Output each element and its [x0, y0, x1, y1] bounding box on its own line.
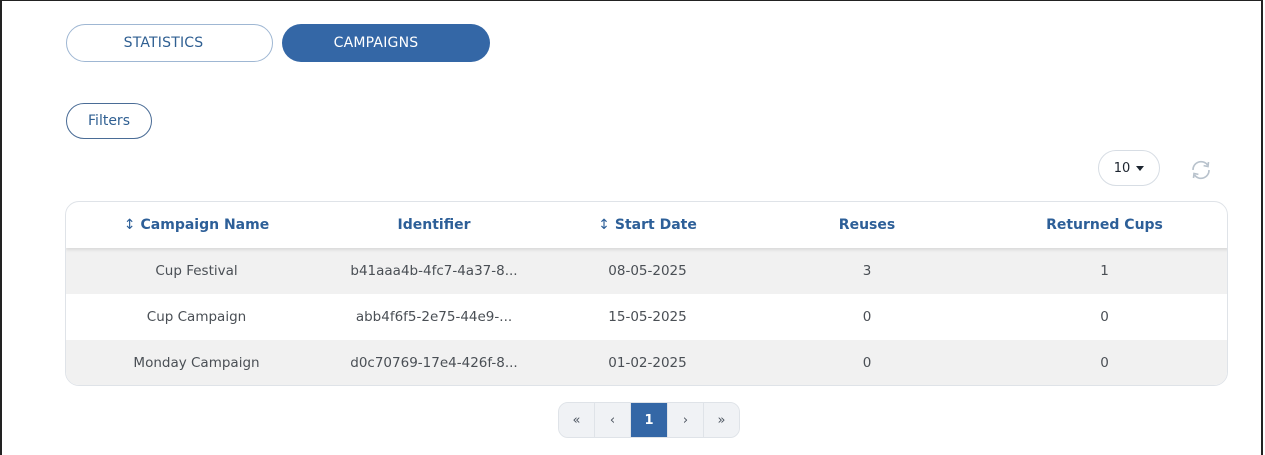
cell-campaign-name: Cup Festival: [66, 248, 327, 294]
filters-label: Filters: [88, 113, 130, 129]
cell-reuses: 0: [754, 294, 980, 340]
sort-icon: ↕: [123, 217, 136, 233]
column-header-label: Identifier: [397, 217, 471, 233]
page-size-select[interactable]: 10: [1098, 150, 1160, 186]
column-header-reuses: Reuses: [754, 202, 980, 248]
cell-returned-cups: 0: [980, 340, 1227, 385]
column-header-returned-cups: Returned Cups: [980, 202, 1227, 248]
tab-statistics-label: STATISTICS: [123, 35, 204, 51]
first-page-button[interactable]: «: [559, 403, 595, 437]
table-row[interactable]: Cup Festival b41aaa4b-4fc7-4a37-8... 08-…: [66, 248, 1227, 294]
cell-campaign-name: Monday Campaign: [66, 340, 327, 385]
prev-page-button[interactable]: ‹: [595, 403, 631, 437]
cell-campaign-name: Cup Campaign: [66, 294, 327, 340]
column-header-label: Reuses: [838, 217, 896, 233]
table-row[interactable]: Cup Campaign abb4f6f5-2e75-44e9-... 15-0…: [66, 294, 1227, 340]
cell-reuses: 0: [754, 340, 980, 385]
tab-campaigns[interactable]: CAMPAIGNS: [282, 24, 490, 62]
cell-returned-cups: 1: [980, 248, 1227, 294]
pagination: « ‹ 1 › »: [558, 402, 740, 438]
cell-identifier: b41aaa4b-4fc7-4a37-8...: [327, 248, 541, 294]
column-header-identifier: Identifier: [327, 202, 541, 248]
cell-identifier: abb4f6f5-2e75-44e9-...: [327, 294, 541, 340]
cell-returned-cups: 0: [980, 294, 1227, 340]
table-row[interactable]: Monday Campaign d0c70769-17e4-426f-8... …: [66, 340, 1227, 385]
table-header-row: ↕ Campaign Name Identifier ↕ Start Date Re…: [66, 202, 1227, 248]
refresh-icon: [1192, 160, 1210, 180]
sort-icon: ↕: [598, 217, 610, 233]
column-header-start-date[interactable]: ↕ Start Date: [541, 202, 754, 248]
cell-identifier: d0c70769-17e4-426f-8...: [327, 340, 541, 385]
cell-start-date: 01-02-2025: [541, 340, 754, 385]
column-header-label: Campaign Name: [140, 217, 270, 233]
cell-start-date: 15-05-2025: [541, 294, 754, 340]
page-1-button[interactable]: 1: [631, 403, 668, 437]
cell-start-date: 08-05-2025: [541, 248, 754, 294]
refresh-button[interactable]: [1186, 155, 1216, 185]
campaigns-table: ↕ Campaign Name Identifier ↕ Start Date Re…: [65, 201, 1228, 386]
column-header-label: Returned Cups: [1046, 217, 1163, 233]
last-page-button[interactable]: »: [704, 403, 739, 437]
column-header-campaign-name[interactable]: ↕ Campaign Name: [66, 202, 327, 248]
next-page-button[interactable]: ›: [668, 403, 704, 437]
tab-campaigns-label: CAMPAIGNS: [333, 35, 419, 51]
filters-button[interactable]: Filters: [66, 103, 152, 139]
cell-reuses: 3: [754, 248, 980, 294]
caret-down-icon: [1136, 165, 1145, 171]
tab-statistics[interactable]: STATISTICS: [66, 24, 273, 62]
column-header-label: Start Date: [614, 217, 697, 233]
page-size-value: 10: [1113, 160, 1131, 176]
